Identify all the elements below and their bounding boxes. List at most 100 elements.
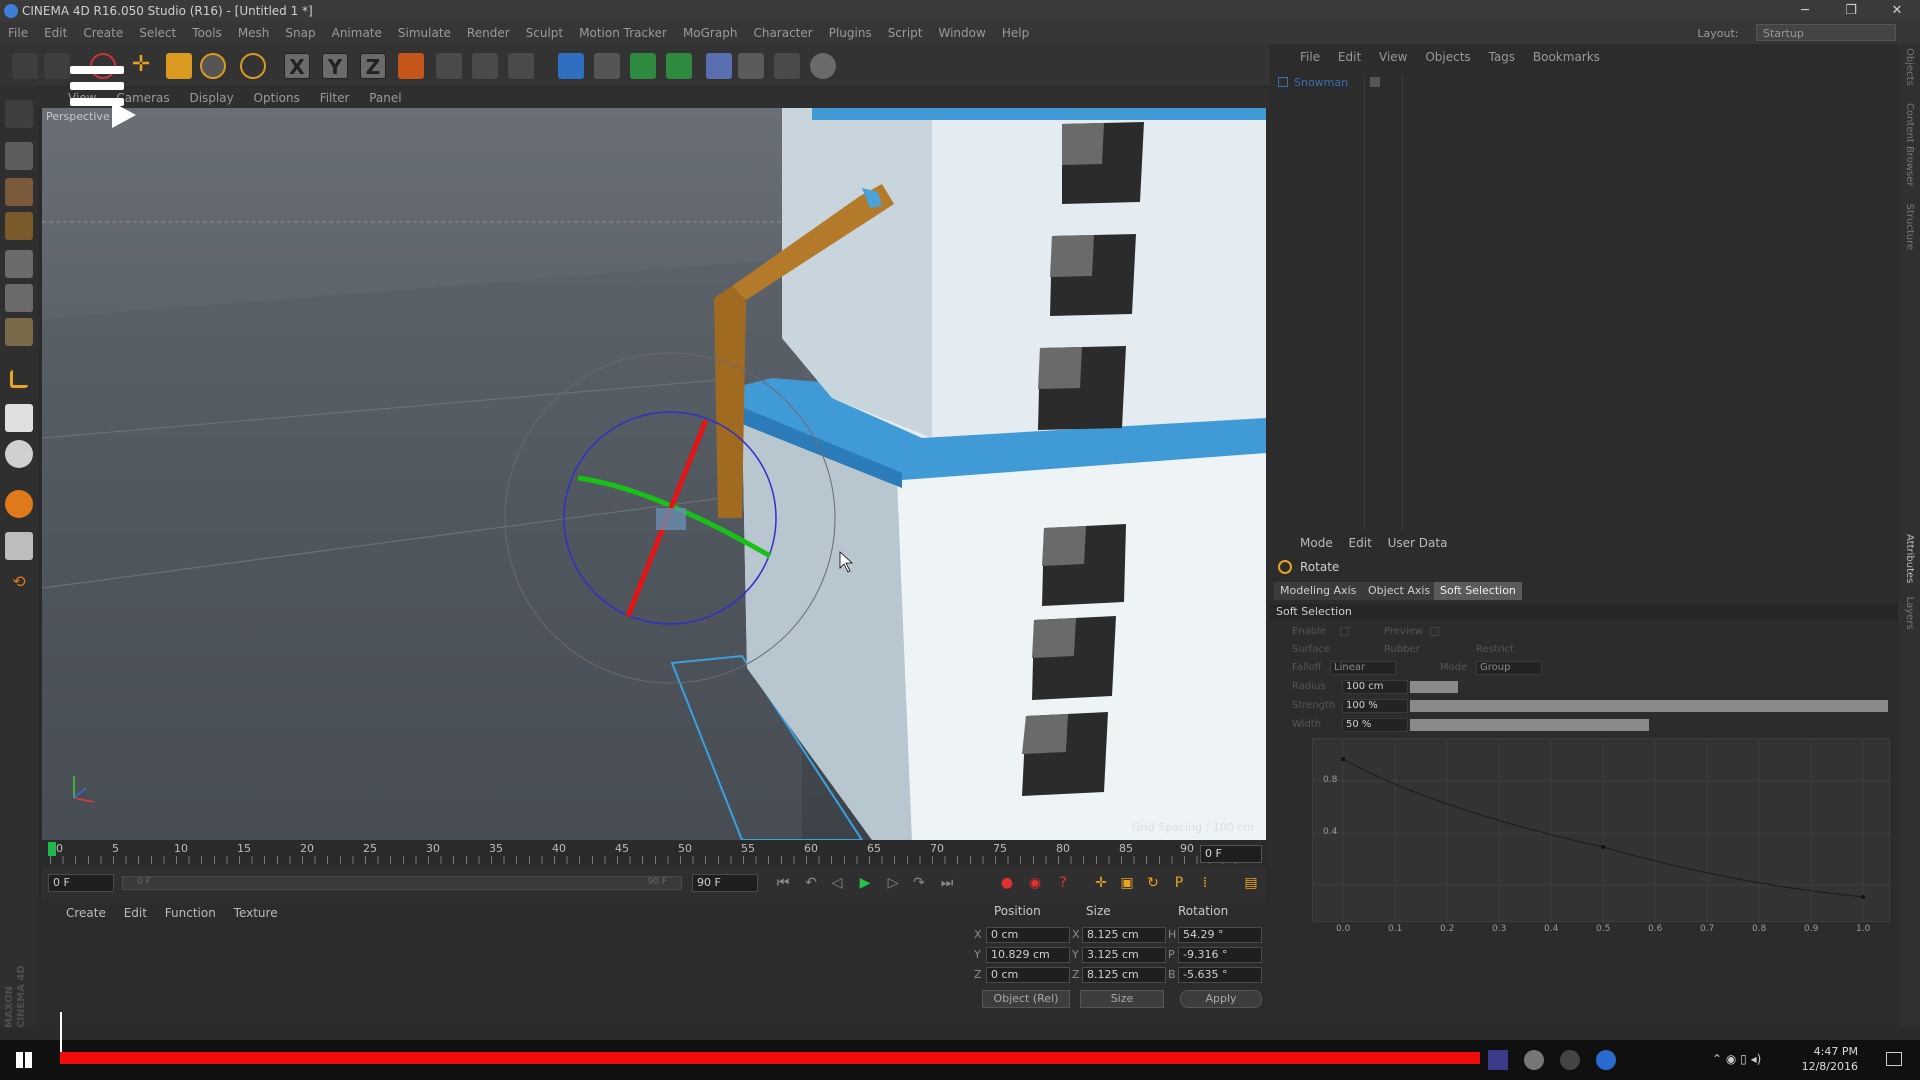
- move-icon[interactable]: ✛: [128, 53, 154, 79]
- am-menu-user-data[interactable]: User Data: [1388, 536, 1448, 550]
- tab-objects[interactable]: Objects: [1904, 48, 1915, 86]
- texture-mode-icon[interactable]: [5, 178, 33, 206]
- strength-slider-track[interactable]: [1410, 700, 1888, 712]
- action-center-icon[interactable]: [1886, 1052, 1902, 1066]
- material-menu-create[interactable]: Create: [66, 906, 106, 920]
- pos-x-field[interactable]: 0 cm: [986, 927, 1070, 943]
- minimize-button[interactable]: ─: [1782, 0, 1828, 22]
- taskbar-app-icon[interactable]: [1524, 1050, 1544, 1070]
- start-frame-field[interactable]: 0 F: [48, 874, 114, 892]
- playhead[interactable]: [48, 842, 56, 856]
- size-z-field[interactable]: 8.125 cm: [1082, 967, 1166, 983]
- autokey-icon[interactable]: ◉: [1026, 874, 1044, 892]
- undo-icon[interactable]: [12, 53, 38, 79]
- menu-help[interactable]: Help: [994, 22, 1037, 44]
- menu-snap[interactable]: Snap: [277, 22, 323, 44]
- menu-plugins[interactable]: Plugins: [821, 22, 880, 44]
- menu-edit[interactable]: Edit: [36, 22, 75, 44]
- floor-scene-icon[interactable]: [738, 53, 764, 79]
- model-mode-icon[interactable]: [5, 142, 33, 170]
- close-button[interactable]: ✕: [1874, 0, 1920, 22]
- next-key-icon[interactable]: ↷: [910, 874, 928, 892]
- radius-field[interactable]: 100 cm: [1342, 680, 1408, 694]
- om-menu-bookmarks[interactable]: Bookmarks: [1533, 50, 1600, 64]
- object-name[interactable]: Snowman: [1294, 76, 1348, 89]
- frame-range-slider[interactable]: 0 F 90 F: [122, 876, 682, 890]
- size-y-field[interactable]: 3.125 cm: [1082, 947, 1166, 963]
- falloff-dropdown[interactable]: Linear: [1330, 661, 1396, 675]
- magnet-icon[interactable]: [5, 490, 33, 518]
- render-view-icon[interactable]: [436, 53, 462, 79]
- polygons-mode-icon[interactable]: [5, 318, 33, 346]
- om-menu-file[interactable]: File: [1300, 50, 1320, 64]
- layout-dropdown[interactable]: Startup: [1756, 24, 1896, 41]
- om-menu-objects[interactable]: Objects: [1425, 50, 1470, 64]
- windows-start-icon[interactable]: [16, 1052, 32, 1068]
- menu-file[interactable]: File: [0, 22, 36, 44]
- tab-content-browser[interactable]: Content Browser: [1904, 103, 1915, 186]
- redo-icon[interactable]: [44, 53, 70, 79]
- menu-sculpt[interactable]: Sculpt: [518, 22, 571, 44]
- falloff-curve-graph[interactable]: 0.8 0.4: [1312, 738, 1891, 923]
- am-menu-mode[interactable]: Mode: [1300, 536, 1333, 550]
- taskbar-app-icon[interactable]: [1596, 1050, 1616, 1070]
- x-axis-lock-button[interactable]: X: [284, 53, 310, 79]
- viewport-menu-display[interactable]: Display: [189, 91, 233, 105]
- tab-attributes[interactable]: Attributes: [1904, 534, 1915, 583]
- render-settings-icon[interactable]: [508, 53, 534, 79]
- menu-window[interactable]: Window: [931, 22, 994, 44]
- record-pla-icon[interactable]: ⁞: [1196, 874, 1214, 892]
- viewport-menu-filter[interactable]: Filter: [320, 91, 350, 105]
- y-axis-lock-button[interactable]: Y: [322, 53, 348, 79]
- radius-slider-track[interactable]: [1410, 681, 1888, 693]
- go-to-end-icon[interactable]: ⏭: [938, 874, 956, 892]
- preview-checkbox[interactable]: [1430, 627, 1439, 636]
- tab-structure[interactable]: Structure: [1904, 204, 1915, 251]
- menu-render[interactable]: Render: [459, 22, 518, 44]
- width-field[interactable]: 50 %: [1342, 718, 1408, 732]
- taskbar-app-icon[interactable]: [1488, 1050, 1508, 1070]
- end-frame-field[interactable]: 90 F: [692, 874, 758, 892]
- tab-layers[interactable]: Layers: [1904, 597, 1915, 630]
- coordinate-mode-dropdown[interactable]: Object (Rel): [982, 990, 1070, 1008]
- menu-tools[interactable]: Tools: [184, 22, 230, 44]
- taskbar-app-icon[interactable]: [1560, 1050, 1580, 1070]
- om-menu-edit[interactable]: Edit: [1338, 50, 1361, 64]
- previous-key-icon[interactable]: ↶: [802, 874, 820, 892]
- rot-b-field[interactable]: -5.635 °: [1178, 967, 1262, 983]
- enable-checkbox[interactable]: [1340, 627, 1349, 636]
- menu-motion-tracker[interactable]: Motion Tracker: [571, 22, 675, 44]
- menu-script[interactable]: Script: [880, 22, 931, 44]
- subdivision-surface-icon[interactable]: [630, 53, 656, 79]
- om-menu-tags[interactable]: Tags: [1488, 50, 1515, 64]
- viewport-menu-options[interactable]: Options: [254, 91, 300, 105]
- pen-spline-icon[interactable]: [594, 53, 620, 79]
- go-to-start-icon[interactable]: ⏮: [774, 874, 792, 892]
- rotate-icon[interactable]: [200, 53, 226, 79]
- om-menu-view[interactable]: View: [1379, 50, 1407, 64]
- visibility-toggle[interactable]: [1370, 77, 1380, 87]
- width-slider-track[interactable]: [1410, 719, 1888, 731]
- deformer-icon[interactable]: [706, 53, 732, 79]
- scale-icon[interactable]: [166, 53, 192, 79]
- strength-field[interactable]: 100 %: [1342, 699, 1408, 713]
- rot-p-field[interactable]: -9.316 °: [1178, 947, 1262, 963]
- record-active-icon[interactable]: ●: [998, 874, 1016, 892]
- current-frame-field[interactable]: 0 F: [1200, 845, 1262, 863]
- material-menu-function[interactable]: Function: [165, 906, 216, 920]
- play-forward-icon[interactable]: ▶: [856, 874, 874, 892]
- keyframe-selection-icon[interactable]: ?: [1054, 874, 1072, 892]
- menu-mograph[interactable]: MoGraph: [675, 22, 746, 44]
- planar-workplane-icon[interactable]: ⟲: [5, 572, 33, 600]
- material-menu-texture[interactable]: Texture: [234, 906, 278, 920]
- tab-object-axis[interactable]: Object Axis: [1362, 582, 1437, 600]
- pos-z-field[interactable]: 0 cm: [986, 967, 1070, 983]
- layout-selector[interactable]: Layout: Startup: [1689, 24, 1896, 43]
- menu-mesh[interactable]: Mesh: [230, 22, 278, 44]
- size-x-field[interactable]: 8.125 cm: [1082, 927, 1166, 943]
- record-scale-icon[interactable]: ▣: [1118, 874, 1136, 892]
- mode-dropdown[interactable]: Group: [1476, 661, 1542, 675]
- z-axis-lock-button[interactable]: Z: [360, 53, 386, 79]
- play-overlay-icon[interactable]: [112, 102, 136, 128]
- recent-tool-icon[interactable]: [240, 53, 266, 79]
